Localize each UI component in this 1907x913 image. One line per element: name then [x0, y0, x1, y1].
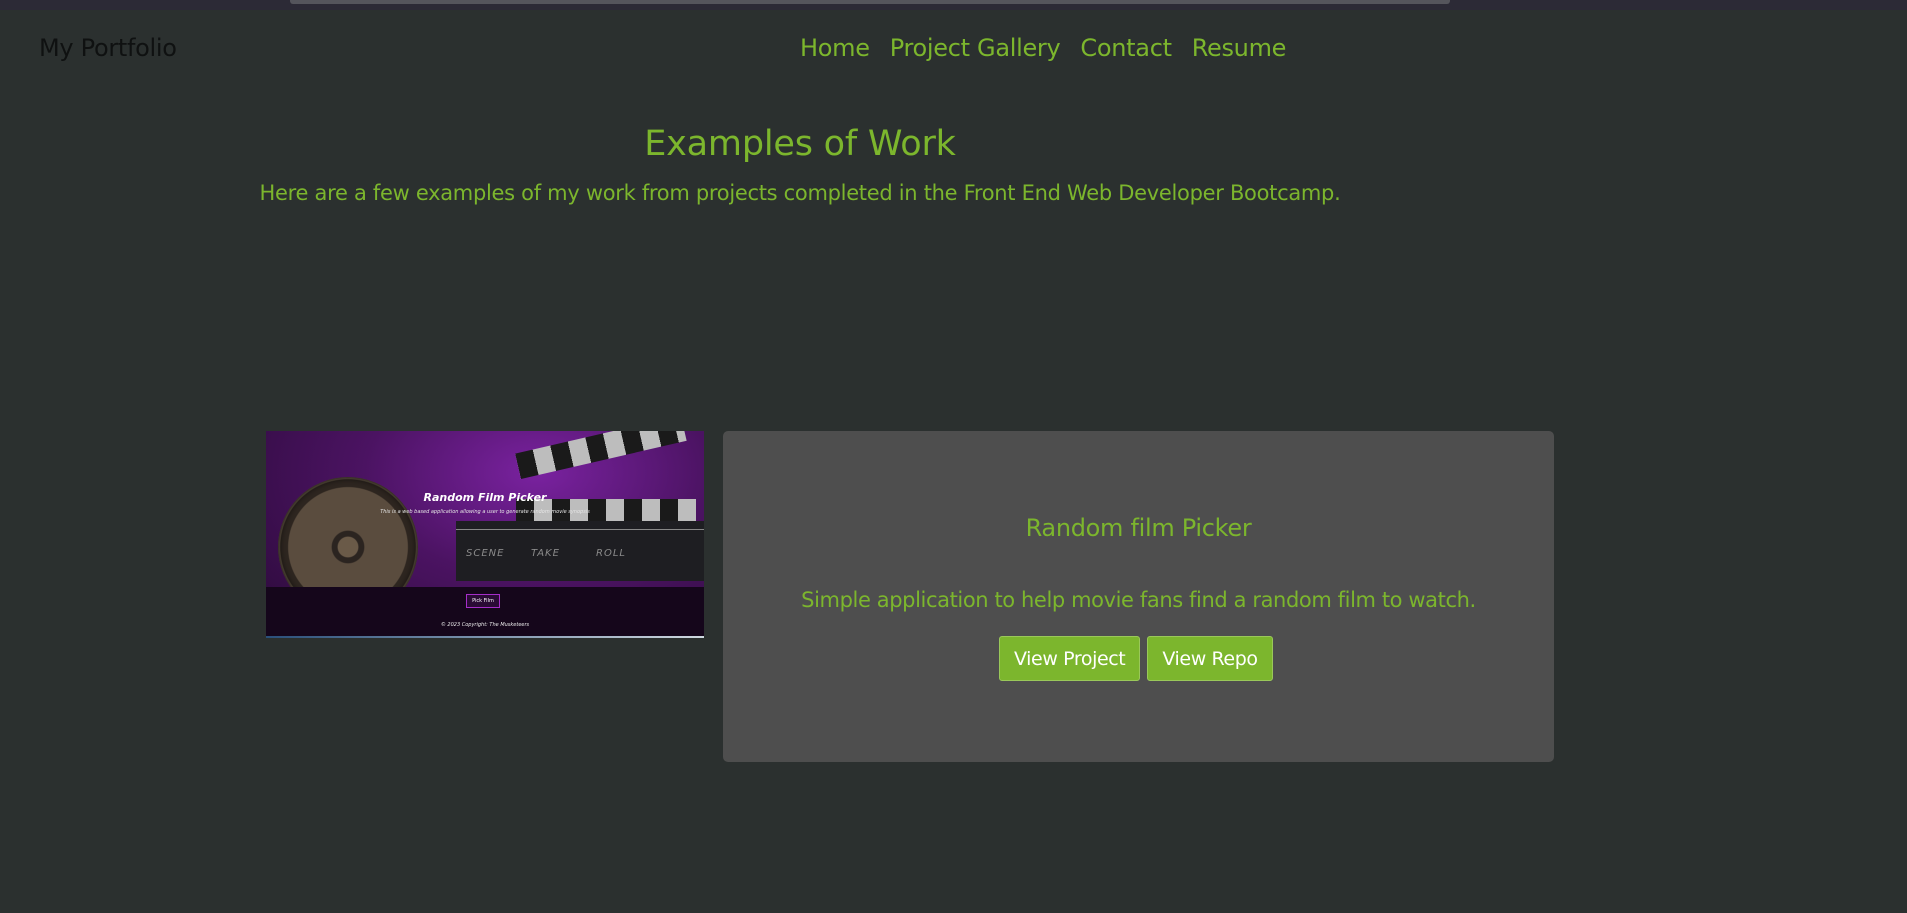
clapper-label-roll: ROLL: [596, 548, 626, 559]
thumbnail-subtitle: This is a web based application allowing…: [380, 509, 590, 515]
thumbnail-copyright: © 2023 Copyright: The Musketeers: [440, 622, 530, 628]
thumbnail-pick-film-button: Pick Film: [466, 594, 500, 608]
project-thumbnail[interactable]: SCENE TAKE ROLL Random Film Picker This …: [266, 431, 704, 638]
view-repo-button[interactable]: View Repo: [1147, 636, 1273, 681]
clapper-label-scene: SCENE: [466, 548, 505, 559]
thumbnail-bottom-edge: [266, 636, 704, 638]
nav-link-project-gallery[interactable]: Project Gallery: [890, 34, 1061, 62]
project-card: Random film Picker Simple application to…: [723, 431, 1554, 762]
view-project-button[interactable]: View Project: [999, 636, 1141, 681]
nav-link-contact[interactable]: Contact: [1080, 34, 1172, 62]
brand-link[interactable]: My Portfolio: [39, 34, 177, 62]
project-title: Random film Picker: [1025, 514, 1252, 542]
nav-links: Home Project Gallery Contact Resume: [800, 34, 1286, 62]
thumbnail-title: Random Film Picker: [423, 491, 547, 504]
browser-scroll-indicator: [290, 0, 1450, 4]
browser-top-strip: [0, 0, 1907, 10]
project-description: Simple application to help movie fans fi…: [801, 588, 1476, 612]
project-buttons: View Project View Repo: [999, 636, 1273, 681]
nav-link-home[interactable]: Home: [800, 34, 870, 62]
clapper-label-take: TAKE: [531, 548, 560, 559]
page-title: Examples of Work: [644, 124, 956, 164]
clapperboard-line: [456, 529, 704, 530]
navbar: My Portfolio Home Project Gallery Contac…: [0, 10, 1907, 90]
page-subtitle: Here are a few examples of my work from …: [259, 181, 1341, 205]
nav-link-resume[interactable]: Resume: [1192, 34, 1287, 62]
clapperboard-top-graphic: [515, 431, 687, 479]
